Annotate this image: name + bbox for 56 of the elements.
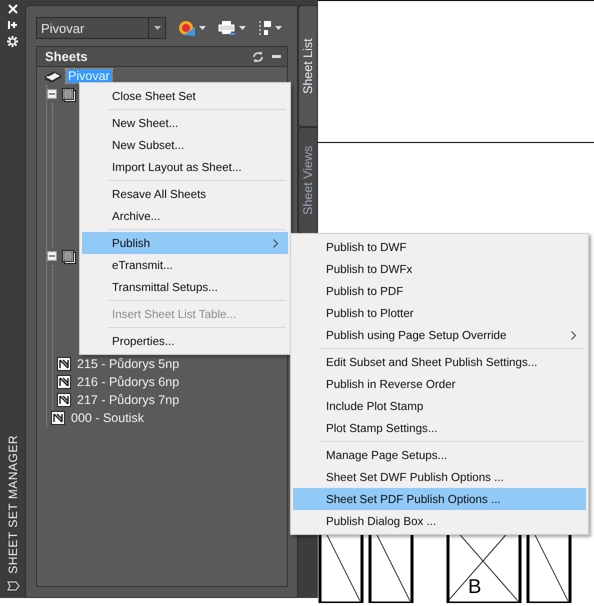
caret-icon <box>275 26 282 30</box>
tree-item[interactable]: 216 - Půdorys 6np <box>75 375 182 389</box>
sheet-icon <box>57 393 71 407</box>
stacked-sheets-icon <box>61 86 77 102</box>
tree-item[interactable]: 215 - Půdorys 5np <box>75 357 182 371</box>
toolbar-button[interactable] <box>218 20 246 36</box>
menu-item[interactable]: Publish to DWFx <box>293 258 586 280</box>
menu-item[interactable]: Publish in Reverse Order <box>293 373 586 395</box>
pin-icon <box>8 20 18 30</box>
panel-title: Sheets <box>45 49 89 64</box>
sheet-set-dropdown[interactable]: Pivovar <box>36 17 166 39</box>
menu-item[interactable]: Transmittal Setups... <box>82 276 288 298</box>
globe-icon <box>178 19 196 37</box>
menu-item[interactable]: Publish to DWF <box>293 236 586 258</box>
menu-item[interactable]: Manage Page Setups... <box>293 444 586 466</box>
toolbar-button[interactable] <box>178 19 206 37</box>
layout-icon <box>258 20 272 36</box>
menu-item[interactable]: Properties... <box>82 330 288 352</box>
grid-label: B <box>468 576 482 598</box>
tree-item[interactable]: 000 - Soutisk <box>69 411 146 425</box>
menu-item[interactable]: Import Layout as Sheet... <box>82 156 288 178</box>
caret-icon <box>199 26 206 30</box>
close-icon <box>8 4 18 14</box>
menu-item[interactable]: Publish <box>82 232 288 254</box>
sheet-set-icon <box>44 70 62 82</box>
sheet-icon <box>51 411 65 425</box>
palette-title: SHEET SET MANAGER <box>6 435 20 574</box>
menu-item[interactable]: New Sheet... <box>82 112 288 134</box>
menu-item[interactable]: Plot Stamp Settings... <box>293 417 586 439</box>
menu-item[interactable]: Archive... <box>82 205 288 227</box>
minimize-icon <box>272 55 281 58</box>
menu-item[interactable]: Publish using Page Setup Override <box>293 324 586 346</box>
caret-icon <box>154 26 160 30</box>
menu-item[interactable]: New Subset... <box>82 134 288 156</box>
menu-item[interactable]: Close Sheet Set <box>82 85 288 107</box>
menu-item[interactable]: eTransmit... <box>82 254 288 276</box>
menu-item[interactable]: Publish Dialog Box ... <box>293 510 586 532</box>
menu-item[interactable]: Publish to Plotter <box>293 302 586 324</box>
tree-item[interactable]: 217 - Půdorys 7np <box>75 393 182 407</box>
menu-item[interactable]: Include Plot Stamp <box>293 395 586 417</box>
side-tab[interactable]: Sheet Views <box>298 127 318 234</box>
menu-item[interactable]: Sheet Set DWF Publish Options ... <box>293 466 586 488</box>
side-tab[interactable]: Sheet List <box>298 5 318 127</box>
sheet-icon <box>57 375 71 389</box>
menu-item[interactable]: Sheet Set PDF Publish Options ... <box>293 488 586 510</box>
stacked-sheets-icon <box>61 248 77 264</box>
refresh-icon <box>252 50 264 62</box>
settings-icon <box>7 36 18 47</box>
printer-icon <box>218 20 236 36</box>
menu-item[interactable]: Resave All Sheets <box>82 183 288 205</box>
caret-icon <box>239 26 246 30</box>
menu-item[interactable]: Edit Subset and Sheet Publish Settings... <box>293 351 586 373</box>
sheet-icon <box>57 357 71 371</box>
toolbar-button[interactable] <box>258 20 282 36</box>
menu-item[interactable]: Publish to PDF <box>293 280 586 302</box>
palette-icon <box>6 580 20 592</box>
